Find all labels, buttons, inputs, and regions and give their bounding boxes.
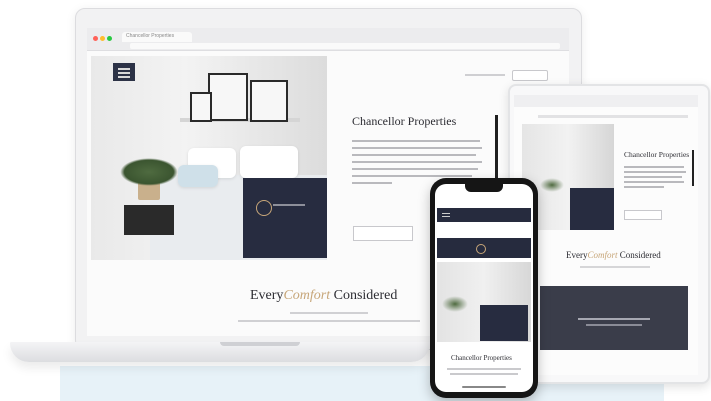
phone-menu-icon[interactable] xyxy=(442,213,450,214)
tablet-text-line xyxy=(624,176,682,178)
phone-logo-mark xyxy=(476,244,486,254)
site-heading: Chancellor Properties xyxy=(352,114,457,128)
menu-icon xyxy=(118,72,130,74)
close-window-icon[interactable] xyxy=(93,36,98,41)
tablet-brand-cushion xyxy=(570,188,614,230)
browser-tab-title: Chancellor Properties xyxy=(126,33,175,39)
tablet-plant xyxy=(540,178,564,192)
photo-frame xyxy=(208,73,248,121)
phone-text-line xyxy=(447,368,521,370)
tablet-subtitle-line xyxy=(580,266,650,268)
tablet-text-line xyxy=(624,171,686,173)
cta-button[interactable] xyxy=(353,226,413,241)
phone-menu-icon[interactable] xyxy=(442,216,450,217)
body-text-line xyxy=(352,147,482,149)
tablet-tagline: EveryComfort Considered xyxy=(566,250,661,260)
phone-notch xyxy=(465,184,503,192)
body-text-line xyxy=(352,168,478,170)
tablet-browser-bar xyxy=(514,95,698,107)
tagline-prefix: Every xyxy=(250,288,284,303)
brand-cushion xyxy=(243,178,327,258)
tablet-dark-text xyxy=(586,324,642,326)
pillow xyxy=(240,146,298,178)
minimize-window-icon[interactable] xyxy=(100,36,105,41)
phone-home-indicator xyxy=(462,386,506,388)
phone-text-line xyxy=(450,373,518,375)
body-text-line xyxy=(352,161,482,163)
logo-text xyxy=(273,204,305,206)
tablet-text-line xyxy=(624,181,684,183)
body-text-line xyxy=(352,175,472,177)
tablet-accent-rule xyxy=(692,150,694,186)
tablet-text-line xyxy=(624,186,664,188)
body-text-line xyxy=(352,140,480,142)
nav-link[interactable] xyxy=(465,74,505,76)
tablet-nav-line xyxy=(538,115,688,118)
tagline: EveryComfort Considered xyxy=(250,288,397,304)
logo-mark xyxy=(256,200,272,216)
tagline-accent: Comfort xyxy=(283,288,331,303)
body-text-line xyxy=(352,154,476,156)
tablet-text-line xyxy=(624,166,684,168)
phone-brand-cushion xyxy=(480,305,528,341)
photo-frame xyxy=(250,80,288,122)
menu-icon xyxy=(118,68,130,70)
phone-nav-bar xyxy=(437,208,531,222)
tablet-heading: Chancellor Properties xyxy=(624,150,690,159)
phone-heading: Chancellor Properties xyxy=(451,354,512,362)
tablet-cta-button[interactable] xyxy=(624,210,662,220)
tagline-suffix: Considered xyxy=(333,288,398,303)
photo-frame xyxy=(190,92,212,122)
tablet-tagline-prefix: Every xyxy=(566,250,588,260)
body-text-line xyxy=(352,182,392,184)
tablet-tagline-accent: Comfort xyxy=(587,250,618,260)
laptop-base xyxy=(10,342,430,362)
subtitle-line xyxy=(290,312,368,314)
tablet-tagline-suffix: Considered xyxy=(619,250,661,260)
plant xyxy=(120,158,178,186)
phone-plant xyxy=(442,296,468,312)
maximize-window-icon[interactable] xyxy=(107,36,112,41)
header-button[interactable] xyxy=(512,70,548,81)
side-table xyxy=(124,205,174,235)
laptop-notch xyxy=(220,342,300,346)
tablet-dark-text xyxy=(578,318,650,320)
pillow xyxy=(178,165,218,187)
address-bar[interactable] xyxy=(130,43,560,49)
menu-icon xyxy=(118,76,130,78)
subtitle-line xyxy=(238,320,420,322)
